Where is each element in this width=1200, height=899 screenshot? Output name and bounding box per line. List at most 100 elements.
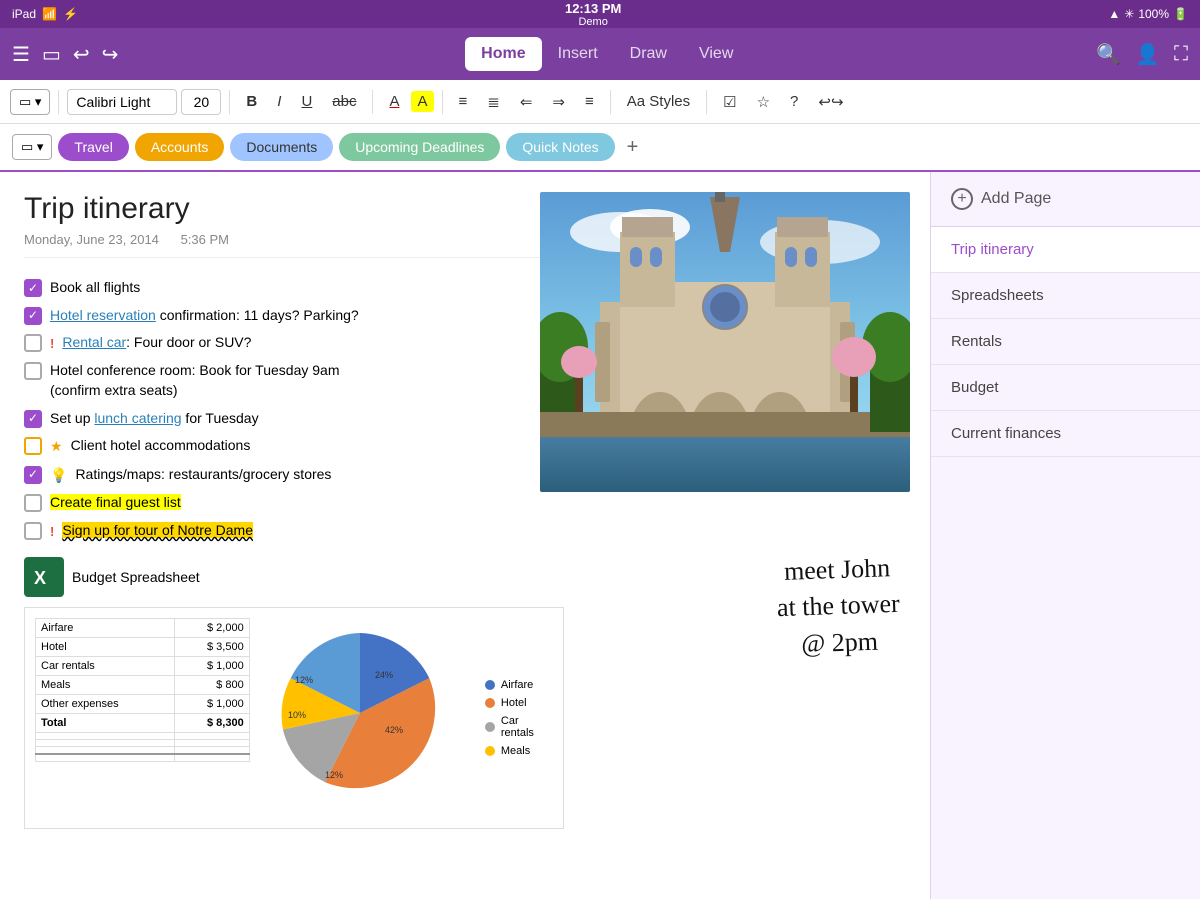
budget-container: Airfare $ 2,000 Hotel $ 3,500 Car rental… xyxy=(24,607,564,829)
device-label: iPad xyxy=(12,7,36,21)
tab-accounts[interactable]: Accounts xyxy=(135,133,225,161)
demo-label: Demo xyxy=(565,16,621,28)
highlighted-text-2: Sign up for tour of Notre Dame xyxy=(62,522,253,538)
budget-value: $ 2,000 xyxy=(174,619,249,638)
legend-dot-carrentals xyxy=(485,722,495,732)
tab-draw[interactable]: Draw xyxy=(614,37,683,71)
notebook-icon[interactable]: ▭ xyxy=(42,42,61,67)
align-button[interactable]: ≡ xyxy=(577,89,602,114)
checkbox-3[interactable] xyxy=(24,334,42,352)
sidebar-page-trip-itinerary[interactable]: Trip itinerary xyxy=(931,227,1200,273)
time-display: 12:13 PM xyxy=(565,1,621,16)
checkbox-5[interactable] xyxy=(24,410,42,428)
signal-icon: ⚡ xyxy=(63,7,78,21)
italic-button[interactable]: I xyxy=(269,89,289,114)
exclaim-icon-2: ! xyxy=(50,523,54,541)
undo-icon[interactable]: ↩ xyxy=(73,42,90,67)
note-area: Trip itinerary Monday, June 23, 2014 5:3… xyxy=(0,172,930,899)
item-text: Hotel conference room: Book for Tuesday … xyxy=(50,361,339,400)
star-button[interactable]: ☆ xyxy=(749,89,778,115)
more-button[interactable]: ↩↪ xyxy=(810,89,851,115)
legend-item: Meals xyxy=(485,745,553,757)
star-icon: ★ xyxy=(50,437,63,457)
sidebar-page-current-finances[interactable]: Current finances xyxy=(931,411,1200,457)
legend-label: Hotel xyxy=(501,697,527,709)
battery-label: 100% xyxy=(1138,7,1169,21)
tab-insert[interactable]: Insert xyxy=(542,37,614,71)
catering-link[interactable]: lunch catering xyxy=(94,410,181,426)
bullet-list-button[interactable]: ≡ xyxy=(451,89,476,114)
budget-label: Airfare xyxy=(36,619,175,638)
checkbox-8[interactable] xyxy=(24,522,42,540)
excel-file-indicator: X Budget Spreadsheet xyxy=(24,557,906,597)
highlight-button[interactable]: A xyxy=(411,91,433,112)
font-color-button[interactable]: A xyxy=(381,89,407,114)
strikethrough-button[interactable]: abc xyxy=(324,89,364,114)
add-page-button[interactable]: + Add Page xyxy=(931,172,1200,227)
numbered-list-button[interactable]: ≣ xyxy=(479,89,508,115)
toolbar-center: Home Insert Draw View xyxy=(126,37,1088,71)
svg-text:12%: 12% xyxy=(295,675,313,685)
menu-icon[interactable]: ☰ xyxy=(12,42,30,67)
sidebar-page-budget[interactable]: Budget xyxy=(931,365,1200,411)
legend-dot-hotel xyxy=(485,698,495,708)
rental-link[interactable]: Rental car xyxy=(62,334,126,350)
checkbox-2[interactable] xyxy=(24,307,42,325)
list-item: ! Sign up for tour of Notre Dame xyxy=(24,521,906,541)
legend-dot-meals xyxy=(485,746,495,756)
budget-label: Meals xyxy=(36,676,175,695)
note-date: Monday, June 23, 2014 xyxy=(24,232,159,247)
styles-button[interactable]: Aa Styles xyxy=(619,89,698,114)
svg-text:12%: 12% xyxy=(325,770,343,780)
tab-view[interactable]: View xyxy=(683,37,749,71)
sidebar-page-rentals[interactable]: Rentals xyxy=(931,319,1200,365)
fullscreen-icon[interactable]: ⛶ xyxy=(1174,43,1188,66)
status-bar: iPad 📶 ⚡ 12:13 PM Demo ▲ ✳ 100% 🔋 xyxy=(0,0,1200,28)
bold-button[interactable]: B xyxy=(238,89,265,114)
checkbox-button[interactable]: ☑ xyxy=(715,89,744,115)
legend-item: Hotel xyxy=(485,697,553,709)
star-checkbox[interactable] xyxy=(24,437,42,455)
checkbox-6[interactable] xyxy=(24,466,42,484)
item-text: Sign up for tour of Notre Dame xyxy=(62,521,253,541)
budget-value: $ 1,000 xyxy=(174,695,249,714)
tab-deadlines[interactable]: Upcoming Deadlines xyxy=(339,133,500,161)
redo-icon[interactable]: ↪ xyxy=(102,42,119,67)
sidebar-page-spreadsheets[interactable]: Spreadsheets xyxy=(931,273,1200,319)
table-row: Car rentals $ 1,000 xyxy=(36,657,250,676)
hotel-link[interactable]: Hotel reservation xyxy=(50,307,156,323)
tab-travel[interactable]: Travel xyxy=(58,133,128,161)
legend-item: Car rentals xyxy=(485,715,553,739)
checkbox-1[interactable] xyxy=(24,279,42,297)
tab-home[interactable]: Home xyxy=(465,37,541,71)
table-row: Hotel $ 3,500 xyxy=(36,638,250,657)
tab-quicknotes[interactable]: Quick Notes xyxy=(506,133,614,161)
checkbox-4[interactable] xyxy=(24,362,42,380)
decrease-indent-button[interactable]: ⇐ xyxy=(512,89,541,115)
add-page-circle-icon: + xyxy=(951,188,973,210)
item-text: Ratings/maps: restaurants/grocery stores xyxy=(75,465,331,485)
status-right: ▲ ✳ 100% 🔋 xyxy=(1108,7,1188,21)
add-tab-button[interactable]: + xyxy=(621,136,645,159)
underline-button[interactable]: U xyxy=(293,89,320,114)
bulb-icon: 💡 xyxy=(50,466,67,486)
handwriting-annotation: meet Johnat the tower@ 2pm xyxy=(775,550,901,663)
tab-documents[interactable]: Documents xyxy=(230,133,333,161)
font-name-input[interactable] xyxy=(67,89,177,115)
item-text: Client hotel accommodations xyxy=(71,436,251,456)
checkbox-7[interactable] xyxy=(24,494,42,512)
item-text: Set up lunch catering for Tuesday xyxy=(50,409,259,429)
font-size-input[interactable] xyxy=(181,89,221,115)
right-sidebar: + Add Page Trip itinerary Spreadsheets R… xyxy=(930,172,1200,899)
increase-indent-button[interactable]: ⇒ xyxy=(544,89,573,115)
page-toggle[interactable]: ▭ ▾ xyxy=(10,89,50,115)
help-button[interactable]: ? xyxy=(782,89,806,114)
page-layout-toggle[interactable]: ▭ ▾ xyxy=(12,134,52,160)
notre-dame-image-container xyxy=(540,192,910,492)
legend-item: Airfare xyxy=(485,679,553,691)
table-row: Total $ 8,300 xyxy=(36,714,250,733)
search-icon[interactable]: 🔍 xyxy=(1096,42,1121,67)
add-user-icon[interactable]: 👤 xyxy=(1135,42,1160,67)
legend-dot-airfare xyxy=(485,680,495,690)
location-icon: ▲ xyxy=(1108,7,1120,21)
